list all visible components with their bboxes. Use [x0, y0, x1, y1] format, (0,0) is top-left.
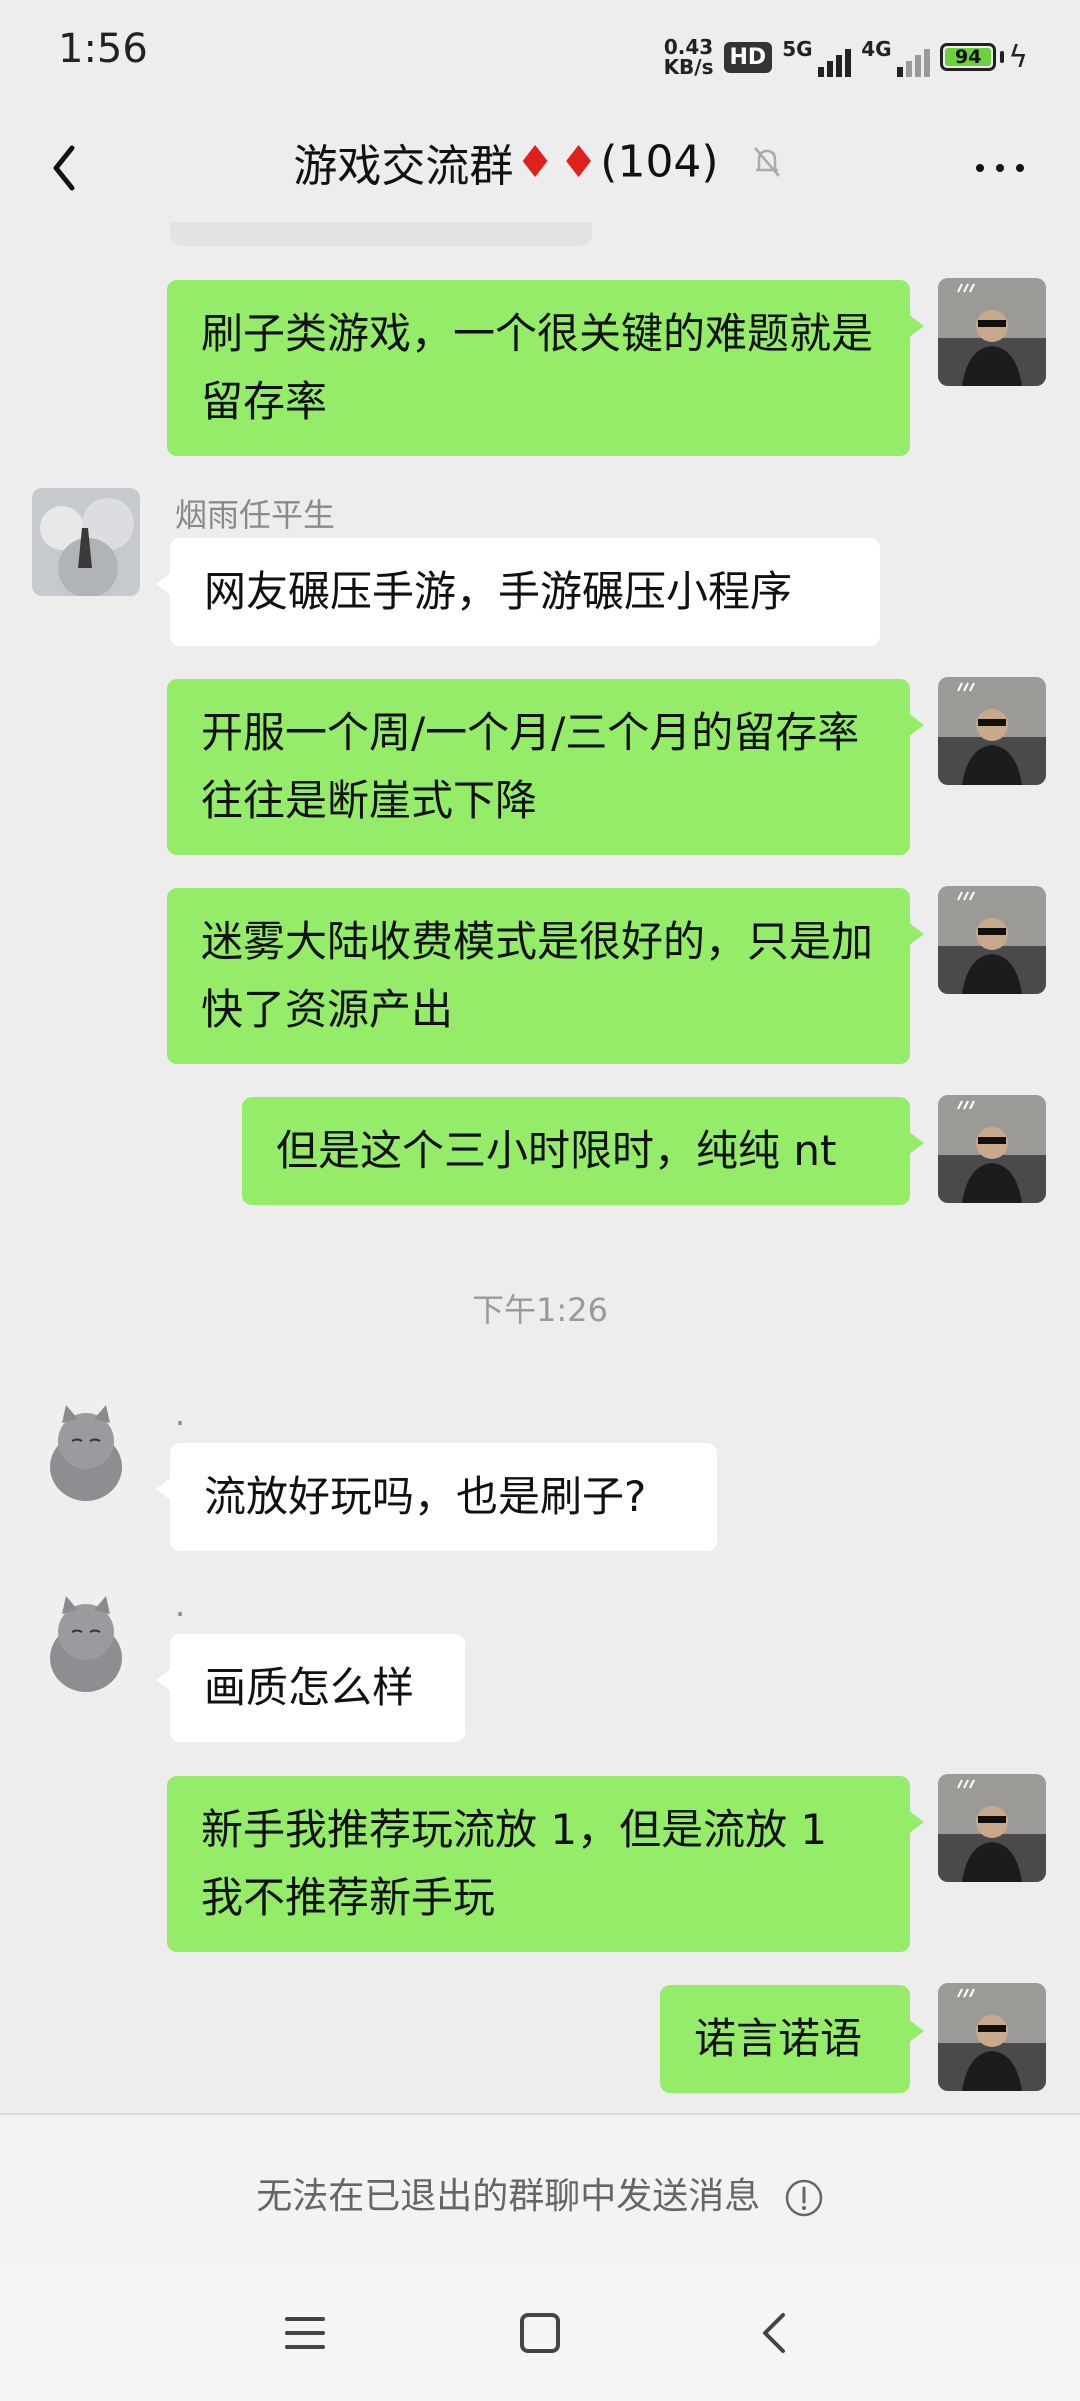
member-count: (104)	[600, 136, 719, 188]
message-bubble-other[interactable]: 网友碾压手游，手游碾压小程序	[156, 538, 880, 646]
diamond-emoji-icon: ♦	[558, 136, 599, 188]
my-avatar[interactable]	[938, 1774, 1046, 1882]
back-nav-icon[interactable]	[745, 2303, 805, 2363]
message-bubble-other[interactable]: 画质怎么样	[156, 1634, 465, 1742]
sender-avatar[interactable]	[32, 1393, 140, 1501]
partial-message-bubble	[170, 222, 592, 246]
hd-voice-icon: HD	[723, 41, 773, 73]
charging-icon: ϟ	[1008, 39, 1028, 75]
my-avatar[interactable]	[938, 278, 1046, 386]
chat-title: 游戏交流群♦♦(104)	[0, 130, 1080, 194]
status-bar: 1:56 0.43 KB/s HD 5G 4G 94 ϟ	[0, 0, 1080, 110]
my-avatar[interactable]	[938, 677, 1046, 785]
menu-icon[interactable]	[275, 2303, 335, 2363]
diamond-emoji-icon: ♦	[515, 136, 555, 188]
mute-bell-icon	[753, 147, 780, 177]
status-icons: 0.43 KB/s HD 5G 4G 94 ϟ	[664, 32, 1028, 82]
signal-4g-icon: 4G	[861, 37, 931, 77]
message-bubble-mine[interactable]: 诺言诺语	[660, 1985, 924, 2093]
message-bubble-mine[interactable]: 新手我推荐玩流放 1，但是流放 1 我不推荐新手玩	[167, 1776, 924, 1952]
message-bubble-mine[interactable]: 但是这个三小时限时，纯纯 nt	[242, 1097, 924, 1205]
net-speed: 0.43 KB/s	[663, 35, 714, 79]
message-bubble-mine[interactable]: 刷子类游戏，一个很关键的难题就是留存率	[167, 280, 924, 456]
message-bubble-mine[interactable]: 迷雾大陆收费模式是很好的，只是加快了资源产出	[167, 888, 924, 1064]
sender-avatar[interactable]	[32, 1584, 140, 1692]
message-bubble-mine[interactable]: 开服一个周/一个月/三个月的留存率往往是断崖式下降	[167, 679, 924, 855]
signal-5g-icon: 5G	[782, 37, 852, 77]
sender-avatar[interactable]	[32, 488, 140, 596]
my-avatar[interactable]	[938, 1095, 1046, 1203]
clock: 1:56	[58, 26, 148, 72]
time-divider: 下午1:26	[472, 1291, 608, 1329]
more-options-icon[interactable]	[970, 148, 1030, 188]
input-disabled-bar: 无法在已退出的群聊中发送消息	[0, 2113, 1080, 2267]
my-avatar[interactable]	[938, 1983, 1046, 2091]
chat-header: 游戏交流群♦♦(104)	[0, 110, 1080, 225]
message-bubble-other[interactable]: 流放好玩吗，也是刷子?	[156, 1443, 717, 1551]
sender-name: .	[175, 1586, 186, 1624]
sender-name: 烟雨任平生	[175, 496, 336, 534]
home-icon[interactable]	[510, 2303, 570, 2363]
system-nav-bar	[0, 2265, 1080, 2401]
exclamation-info-icon[interactable]	[784, 2178, 824, 2218]
sender-name: .	[175, 1395, 186, 1433]
battery-icon: 94 ϟ	[940, 40, 1028, 75]
my-avatar[interactable]	[938, 886, 1046, 994]
left-group-notice: 无法在已退出的群聊中发送消息	[0, 2167, 1080, 2219]
